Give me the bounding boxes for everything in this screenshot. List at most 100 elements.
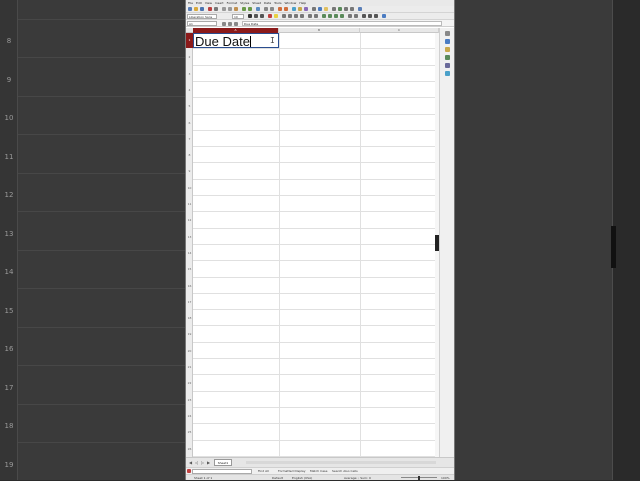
row-header[interactable]: 23 — [186, 398, 193, 402]
sort-icon[interactable] — [278, 7, 282, 11]
cut-icon[interactable] — [222, 7, 226, 11]
show-draw-functions-icon[interactable] — [358, 7, 362, 11]
cell-reference-box[interactable]: A1 — [187, 21, 217, 26]
headers-footers-icon[interactable] — [332, 7, 336, 11]
row-header[interactable]: 1 — [186, 33, 193, 48]
row-header[interactable]: 10 — [186, 186, 193, 190]
font-name-box[interactable]: Liberation Sans — [187, 14, 217, 19]
active-cell[interactable]: Due Date — [193, 33, 279, 49]
paste-icon[interactable] — [234, 7, 238, 11]
justify-icon[interactable] — [300, 14, 304, 18]
row-header[interactable]: 19 — [186, 332, 193, 336]
currency-icon[interactable] — [322, 14, 326, 18]
formula-icon[interactable] — [234, 22, 238, 26]
copy-icon[interactable] — [228, 7, 232, 11]
pivot-table-icon[interactable] — [304, 7, 308, 11]
row-header[interactable]: 26 — [186, 447, 193, 451]
sum-icon[interactable] — [228, 22, 232, 26]
next-sheet-button[interactable]: ▷ — [200, 460, 205, 465]
underline-icon[interactable] — [260, 14, 264, 18]
border-color-icon[interactable] — [374, 14, 378, 18]
borders-icon[interactable] — [362, 14, 366, 18]
row-header[interactable]: 24 — [186, 414, 193, 418]
border-style-icon[interactable] — [368, 14, 372, 18]
row-header[interactable]: 5 — [186, 104, 193, 108]
page-style: Default — [272, 476, 283, 480]
styles-icon[interactable] — [445, 47, 450, 52]
align-center-icon[interactable] — [288, 14, 292, 18]
save-icon[interactable] — [200, 7, 204, 11]
font-size-box[interactable]: 10 — [232, 14, 244, 19]
zoom-level[interactable]: 100% — [441, 475, 450, 481]
close-find-icon[interactable] — [187, 469, 191, 473]
freeze-icon[interactable] — [344, 7, 348, 11]
row-header[interactable]: 7 — [186, 137, 193, 141]
chart-icon[interactable] — [298, 7, 302, 11]
row-header[interactable]: 2 — [186, 55, 193, 59]
highlight-icon[interactable] — [274, 14, 278, 18]
row-header[interactable]: 17 — [186, 300, 193, 304]
autofilter-icon[interactable] — [284, 7, 288, 11]
find-icon[interactable] — [256, 7, 260, 11]
bold-icon[interactable] — [248, 14, 252, 18]
function-wizard-icon[interactable] — [222, 22, 226, 26]
gridline-row — [193, 341, 439, 343]
row-header[interactable]: 15 — [186, 267, 193, 271]
define-print-area-icon[interactable] — [338, 7, 342, 11]
row-header[interactable]: 11 — [186, 202, 193, 206]
row-header[interactable]: 18 — [186, 316, 193, 320]
comment-icon[interactable] — [324, 7, 328, 11]
sidebar-menu-icon[interactable] — [445, 31, 450, 36]
horizontal-scrollbar[interactable] — [246, 461, 436, 464]
hyperlink-icon[interactable] — [318, 7, 322, 11]
undo-icon[interactable] — [242, 7, 246, 11]
row-header[interactable]: 4 — [186, 88, 193, 92]
row-header[interactable]: 12 — [186, 218, 193, 222]
row-header[interactable]: 14 — [186, 251, 193, 255]
delete-decimal-icon[interactable] — [354, 14, 358, 18]
row-header[interactable]: 21 — [186, 365, 193, 369]
split-window-icon[interactable] — [350, 7, 354, 11]
column-icon[interactable] — [270, 7, 274, 11]
row-header[interactable]: 6 — [186, 121, 193, 125]
image-icon[interactable] — [292, 7, 296, 11]
align-left-icon[interactable] — [282, 14, 286, 18]
percent-icon[interactable] — [328, 14, 332, 18]
add-decimal-icon[interactable] — [348, 14, 352, 18]
new-icon[interactable] — [188, 7, 192, 11]
wrap-text-icon[interactable] — [308, 14, 312, 18]
special-character-icon[interactable] — [312, 7, 316, 11]
italic-icon[interactable] — [254, 14, 258, 18]
previous-sheet-button[interactable]: ◁ — [194, 460, 199, 465]
number-icon[interactable] — [334, 14, 338, 18]
properties-icon[interactable] — [445, 39, 450, 44]
row-header[interactable]: 16 — [186, 284, 193, 288]
cell-edit-text[interactable]: Due Date — [195, 34, 251, 49]
formula-input[interactable]: Due Date — [242, 21, 442, 26]
row-header[interactable]: 3 — [186, 72, 193, 76]
row-header[interactable]: 9 — [186, 169, 193, 173]
date-icon[interactable] — [340, 14, 344, 18]
row-header[interactable]: 22 — [186, 381, 193, 385]
conditional-format-icon[interactable] — [382, 14, 386, 18]
functions-icon[interactable] — [445, 71, 450, 76]
redo-icon[interactable] — [248, 7, 252, 11]
row-icon[interactable] — [264, 7, 268, 11]
last-sheet-button[interactable]: ▶ — [206, 460, 211, 465]
row-header[interactable]: 8 — [186, 153, 193, 157]
align-right-icon[interactable] — [294, 14, 298, 18]
open-icon[interactable] — [194, 7, 198, 11]
cell-grid[interactable]: Due Date I — [193, 33, 439, 457]
gallery-icon[interactable] — [445, 55, 450, 60]
sheet-tab[interactable]: Sheet1 — [214, 459, 232, 466]
row-header[interactable]: 13 — [186, 235, 193, 239]
export-pdf-icon[interactable] — [208, 7, 212, 11]
first-sheet-button[interactable]: ◀ — [188, 460, 193, 465]
navigator-icon[interactable] — [445, 63, 450, 68]
print-icon[interactable] — [214, 7, 218, 11]
font-color-icon[interactable] — [268, 14, 272, 18]
row-header[interactable]: 25 — [186, 430, 193, 434]
zoom-slider-handle[interactable] — [418, 476, 420, 480]
merge-cells-icon[interactable] — [314, 14, 318, 18]
row-header[interactable]: 20 — [186, 349, 193, 353]
